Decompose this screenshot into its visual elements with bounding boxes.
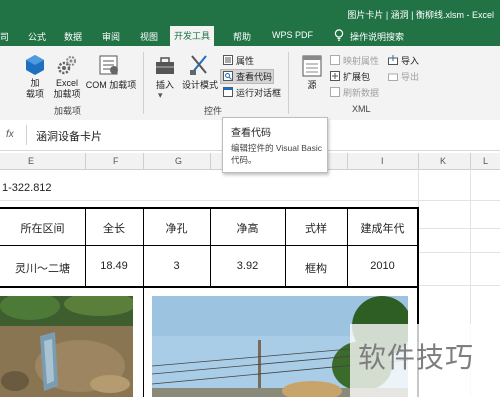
column-divider xyxy=(210,153,211,169)
tab-review[interactable]: 审阅 xyxy=(102,30,120,43)
column-header-f[interactable]: F xyxy=(113,156,119,166)
run-dialog-button[interactable]: 运行对话框 xyxy=(236,86,281,99)
expansion-packs-icon xyxy=(330,71,340,81)
addins-button[interactable]: 加 载项 xyxy=(22,78,48,100)
group-label-controls: 控件 xyxy=(204,106,223,116)
ribbon-separator xyxy=(143,52,144,114)
table-header-cell[interactable]: 净高 xyxy=(210,220,285,236)
export-button[interactable]: 导出 xyxy=(401,70,419,83)
addins-icon xyxy=(26,55,44,75)
table-border xyxy=(85,207,86,287)
table-header-cell[interactable]: 所在区间 xyxy=(0,220,85,236)
export-icon xyxy=(388,73,398,81)
column-divider xyxy=(418,153,419,169)
ribbon-separator xyxy=(288,52,289,114)
formula-divider xyxy=(26,125,27,145)
com-addins-icon xyxy=(99,55,118,75)
group-label-xml: XML xyxy=(352,104,371,114)
properties-icon xyxy=(223,55,233,65)
column-divider xyxy=(143,153,144,169)
culvert-photo-left[interactable] xyxy=(0,296,133,397)
tab-help[interactable]: 帮助 xyxy=(233,30,251,43)
toolbox-icon xyxy=(156,57,174,74)
grid-line xyxy=(0,200,500,201)
title-bar: 图片卡片 | 涵洞 | 衡柳线.xlsm - Excel 司 公式 数据 审阅 … xyxy=(0,0,500,46)
formula-input[interactable]: 涵洞设备卡片 xyxy=(36,128,102,144)
source-icon xyxy=(302,55,322,77)
tab-formulas[interactable]: 公式 xyxy=(28,30,46,43)
column-divider xyxy=(85,153,86,169)
properties-button[interactable]: 属性 xyxy=(236,54,254,67)
fx-icon[interactable]: fx xyxy=(6,129,14,140)
table-border xyxy=(0,286,418,288)
window-title: 图片卡片 | 涵洞 | 衡柳线.xlsm - Excel xyxy=(347,10,494,20)
com-addins-button[interactable]: COM 加载项 xyxy=(84,80,138,91)
tab-start[interactable]: 司 xyxy=(0,30,9,43)
table-cell[interactable]: 3 xyxy=(143,260,210,272)
table-header-cell[interactable]: 式样 xyxy=(285,220,347,236)
gear-icon xyxy=(57,56,76,75)
run-dialog-icon xyxy=(223,87,233,97)
excel-addins-button[interactable]: Excel 加载项 xyxy=(50,78,84,100)
column-header-i[interactable]: I xyxy=(381,156,384,166)
tooltip-description: 编辑控件的 Visual Basic 代码。 xyxy=(231,143,323,165)
import-icon xyxy=(388,55,398,65)
tab-wps-pdf[interactable]: WPS PDF xyxy=(272,30,313,40)
tooltip-title: 查看代码 xyxy=(231,128,271,139)
watermark-text: 软件技巧 xyxy=(358,342,475,373)
design-mode-button[interactable]: 设计模式 xyxy=(180,80,220,91)
lightbulb-icon xyxy=(334,29,344,41)
source-button[interactable]: 源 xyxy=(302,80,322,91)
table-header-cell[interactable]: 净孔 xyxy=(143,220,210,236)
table-border xyxy=(0,245,418,246)
column-header-l[interactable]: L xyxy=(483,156,488,166)
view-code-button[interactable]: 查看代码 xyxy=(236,70,272,83)
grid-line xyxy=(418,252,500,253)
view-code-icon xyxy=(223,71,233,81)
table-cell[interactable]: 框构 xyxy=(285,260,347,276)
design-mode-icon xyxy=(190,55,207,75)
tab-view[interactable]: 视图 xyxy=(140,30,158,43)
table-cell[interactable]: 灵川～二塘 xyxy=(0,260,85,276)
import-button[interactable]: 导入 xyxy=(401,54,419,67)
table-border xyxy=(210,207,211,287)
grid-line xyxy=(418,228,500,229)
table-cell[interactable]: 3.92 xyxy=(210,260,285,272)
table-header-cell[interactable]: 全长 xyxy=(85,220,143,236)
tell-me-search[interactable]: 操作说明搜索 xyxy=(350,30,404,43)
view-code-tooltip: 查看代码 编辑控件的 Visual Basic 代码。 xyxy=(222,117,328,173)
map-properties-button[interactable]: 映射属性 xyxy=(343,54,379,67)
table-cell[interactable]: 2010 xyxy=(347,260,418,272)
tab-developer[interactable]: 开发工具 xyxy=(170,26,215,46)
coordinate-cell[interactable]: 1-322.812 xyxy=(2,182,52,194)
tab-data[interactable]: 数据 xyxy=(64,30,82,43)
expansion-packs-button[interactable]: 扩展包 xyxy=(343,70,370,83)
refresh-data-button[interactable]: 刷新数据 xyxy=(343,86,379,99)
column-divider xyxy=(347,153,348,169)
column-header-k[interactable]: K xyxy=(440,156,446,166)
chevron-down-icon: ▾ xyxy=(158,90,163,100)
column-header-g[interactable]: G xyxy=(175,156,182,166)
grid-line xyxy=(418,285,500,286)
table-header-cell[interactable]: 建成年代 xyxy=(347,220,418,236)
insert-control-button[interactable]: 插入 xyxy=(150,80,180,91)
table-border xyxy=(347,207,348,287)
refresh-data-icon xyxy=(330,87,340,97)
column-divider xyxy=(470,153,471,169)
column-header-e[interactable]: E xyxy=(28,156,34,166)
table-border xyxy=(0,207,418,209)
group-label-addins: 加载项 xyxy=(54,106,82,116)
map-properties-icon xyxy=(330,55,340,65)
table-cell[interactable]: 18.49 xyxy=(85,260,143,272)
